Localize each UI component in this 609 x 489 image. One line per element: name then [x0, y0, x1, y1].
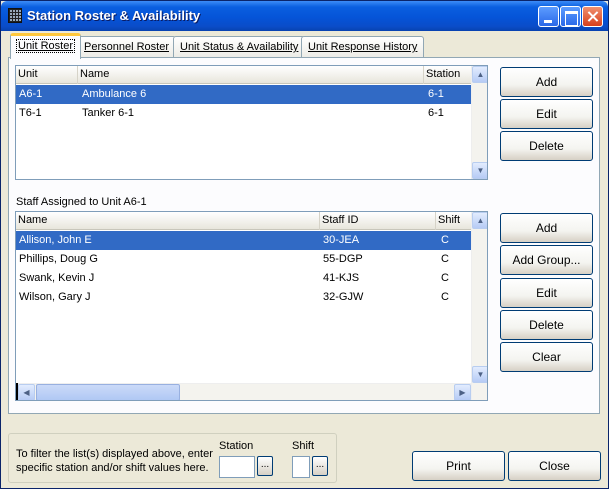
close-window-button[interactable]: [582, 6, 603, 27]
unit-cell: T6-1: [19, 107, 42, 119]
station-filter-input[interactable]: [219, 456, 255, 478]
units-list[interactable]: Unit Name Station A6-1 Ambulance 6 6-1 T…: [15, 65, 488, 180]
unit-station-cell: 6-1: [428, 107, 444, 119]
staff-id-cell: 41-KJS: [323, 272, 360, 284]
unit-station-cell: 6-1: [428, 88, 444, 100]
staff-shift-cell: C: [441, 272, 449, 284]
staff-shift-cell: C: [441, 253, 449, 265]
staff-name-cell: Swank, Kevin J: [19, 272, 95, 284]
column-header-name[interactable]: Name: [78, 66, 424, 84]
staff-vertical-scrollbar[interactable]: ▲ ▼: [471, 212, 487, 400]
unit-delete-button[interactable]: Delete: [500, 131, 593, 161]
scroll-down-icon[interactable]: ▼: [472, 162, 487, 179]
scroll-up-icon[interactable]: ▲: [472, 212, 487, 229]
scroll-thumb[interactable]: [36, 384, 180, 400]
station-browse-button[interactable]: ...: [257, 456, 273, 476]
staff-name-cell: Phillips, Doug G: [19, 253, 98, 265]
staff-shift-cell: C: [441, 234, 449, 246]
title-bar[interactable]: Station Roster & Availability: [1, 1, 608, 31]
staff-shift-cell: C: [441, 291, 449, 303]
staff-id-cell: 55-DGP: [323, 253, 363, 265]
staff-clear-button[interactable]: Clear: [500, 342, 593, 372]
unit-name-cell: Tanker 6-1: [82, 107, 134, 119]
tab-personnel-roster[interactable]: Personnel Roster: [77, 36, 176, 58]
column-header-name[interactable]: Name: [16, 212, 320, 230]
tab-unit-response-history[interactable]: Unit Response History: [301, 36, 425, 58]
staff-row[interactable]: Phillips, Doug G 55-DGP C: [16, 250, 471, 269]
shift-browse-button[interactable]: ...: [312, 456, 328, 476]
unit-row[interactable]: A6-1 Ambulance 6 6-1: [16, 85, 471, 104]
unit-edit-button[interactable]: Edit: [500, 99, 593, 129]
staff-list-header: Name Staff ID Shift: [16, 212, 471, 230]
staff-horizontal-scrollbar[interactable]: ◀ ▶: [18, 383, 471, 400]
minimize-button[interactable]: [538, 6, 559, 27]
window-title: Station Roster & Availability: [27, 8, 201, 23]
close-button[interactable]: Close: [508, 451, 601, 481]
filter-instructions: To filter the list(s) displayed above, e…: [16, 448, 213, 474]
staff-list[interactable]: Name Staff ID Shift Allison, John E 30-J…: [15, 211, 488, 401]
print-button[interactable]: Print: [412, 451, 505, 481]
scroll-up-icon[interactable]: ▲: [472, 66, 487, 83]
unit-cell: A6-1: [19, 88, 43, 100]
staff-section-label: Staff Assigned to Unit A6-1: [16, 196, 147, 208]
staff-name-cell: Allison, John E: [19, 234, 92, 246]
staff-add-group-button[interactable]: Add Group...: [500, 245, 593, 275]
tab-label: Personnel Roster: [84, 41, 169, 53]
staff-id-cell: 32-GJW: [323, 291, 364, 303]
column-header-unit[interactable]: Unit: [16, 66, 78, 84]
staff-row[interactable]: Wilson, Gary J 32-GJW C: [16, 288, 471, 307]
station-roster-window: Station Roster & Availability Unit Roste…: [0, 0, 609, 489]
scroll-down-icon[interactable]: ▼: [472, 366, 487, 383]
staff-id-cell: 30-JEA: [323, 234, 360, 246]
tab-unit-roster[interactable]: Unit Roster: [10, 33, 82, 59]
units-list-header: Unit Name Station: [16, 66, 471, 84]
unit-add-button[interactable]: Add: [500, 67, 593, 97]
staff-row[interactable]: Allison, John E 30-JEA C: [16, 231, 471, 250]
staff-add-button[interactable]: Add: [500, 213, 593, 243]
scroll-right-icon[interactable]: ▶: [454, 384, 471, 400]
tab-label: Unit Response History: [308, 41, 418, 53]
unit-row[interactable]: T6-1 Tanker 6-1 6-1: [16, 104, 471, 123]
staff-row[interactable]: Swank, Kevin J 41-KJS C: [16, 269, 471, 288]
tab-unit-status-availability[interactable]: Unit Status & Availability: [173, 36, 306, 58]
unit-name-cell: Ambulance 6: [82, 88, 147, 100]
column-header-station[interactable]: Station: [424, 66, 471, 84]
app-icon: [8, 8, 22, 23]
column-header-shift[interactable]: Shift: [436, 212, 471, 230]
staff-name-cell: Wilson, Gary J: [19, 291, 91, 303]
staff-edit-button[interactable]: Edit: [500, 278, 593, 308]
shift-filter-input[interactable]: [292, 456, 310, 478]
tab-label: Unit Status & Availability: [180, 41, 299, 53]
column-header-staff-id[interactable]: Staff ID: [320, 212, 436, 230]
tab-label: Unit Roster: [15, 39, 76, 53]
maximize-button[interactable]: [560, 6, 581, 27]
shift-filter-label: Shift: [292, 440, 315, 452]
staff-delete-button[interactable]: Delete: [500, 310, 593, 340]
scroll-left-icon[interactable]: ◀: [18, 384, 35, 400]
station-filter-label: Station: [219, 440, 254, 452]
units-vertical-scrollbar[interactable]: ▲ ▼: [471, 66, 487, 179]
